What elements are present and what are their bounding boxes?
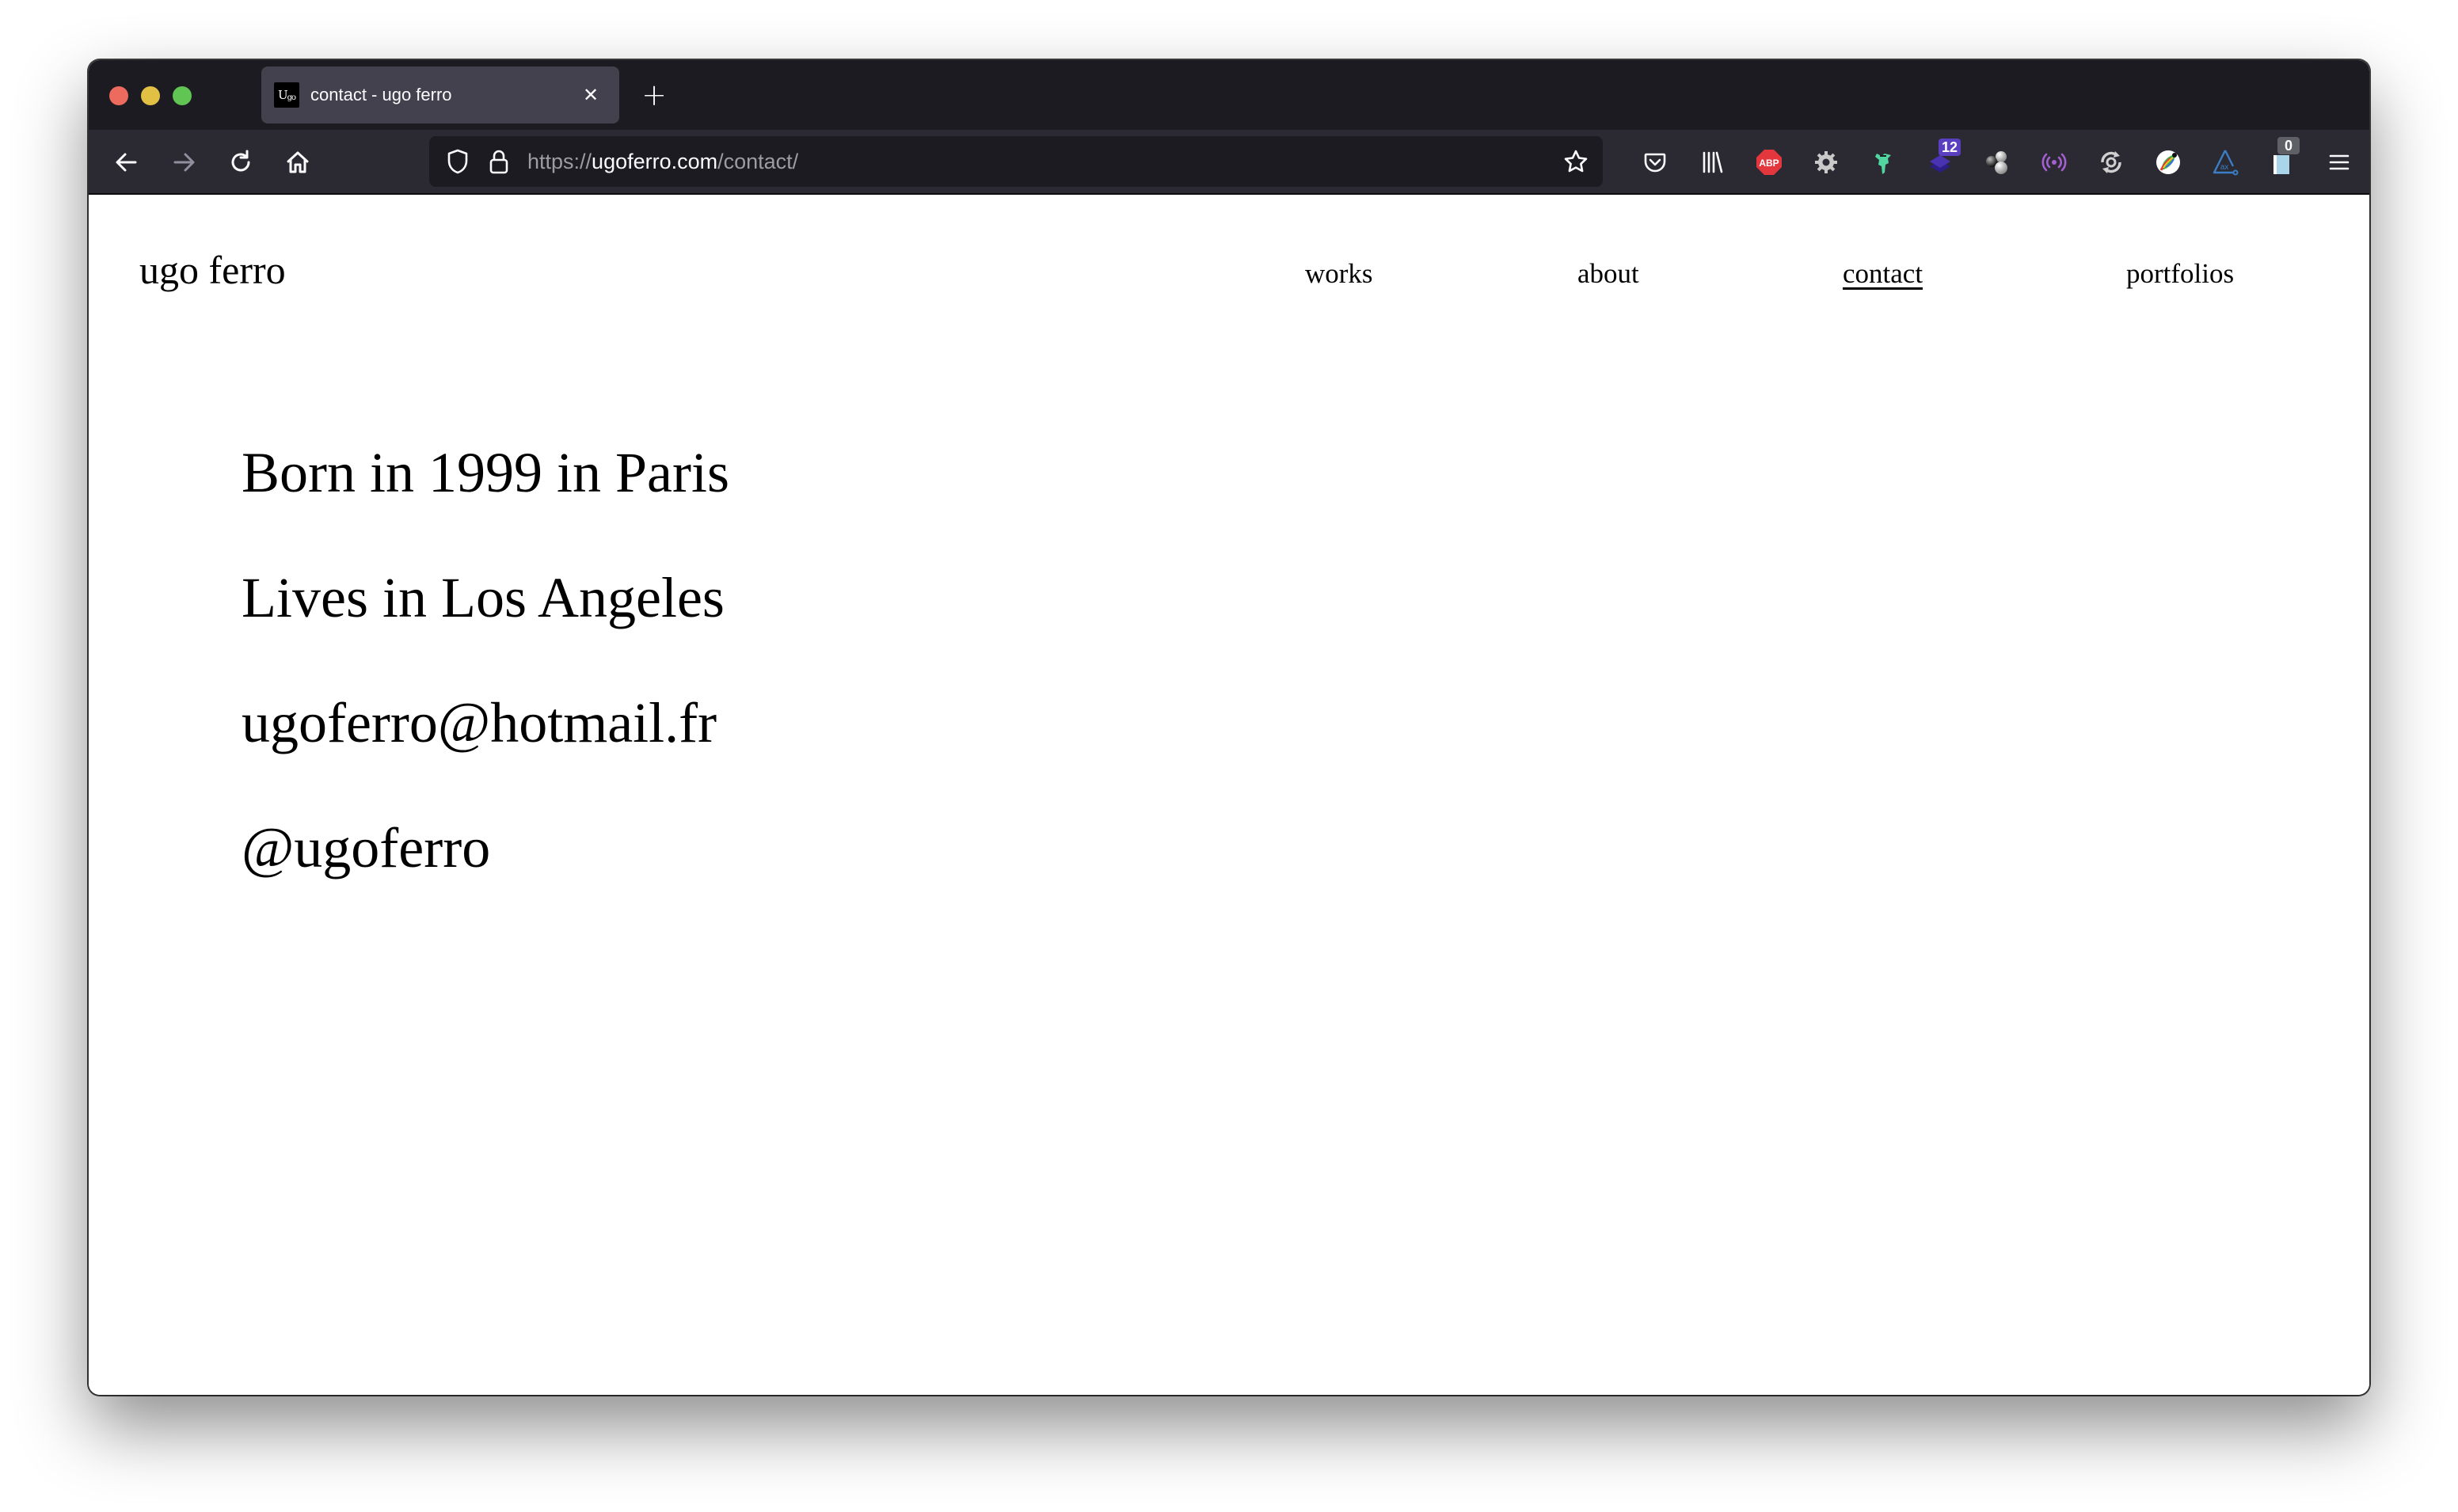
reload-button[interactable]	[222, 143, 260, 181]
url-text[interactable]: https://ugoferro.com/contact/	[527, 136, 798, 187]
browser-window: Ugo contact - ugo ferro ✕ + https://ugof…	[89, 60, 2369, 1395]
bookmark-button[interactable]	[1557, 142, 1595, 180]
home-button[interactable]	[279, 143, 317, 181]
navigation-toolbar: https://ugoferro.com/contact/ ABP 12 ax …	[89, 130, 2369, 195]
hamburger-menu-icon	[2329, 154, 2350, 170]
social-handle-link[interactable]: @ugoferro	[242, 819, 490, 876]
ninja-extension-button[interactable]	[1864, 143, 1902, 181]
new-tab-button[interactable]: +	[635, 76, 673, 114]
window-maximize-button[interactable]	[173, 86, 192, 105]
layers-extension-badge: 12	[1939, 139, 1961, 156]
reload-icon	[231, 150, 250, 172]
arrow-left-icon	[116, 153, 137, 172]
axe-devtools-icon: ax	[2213, 150, 2239, 176]
svg-text:ax: ax	[2220, 163, 2229, 172]
library-button[interactable]	[1693, 143, 1731, 181]
arrow-right-icon	[173, 153, 195, 172]
sync-extension-icon	[2101, 151, 2121, 173]
app-menu-button[interactable]	[2320, 143, 2358, 181]
adblock-plus-icon: ABP	[1756, 150, 1782, 175]
nav-portfolios-link[interactable]: portfolios	[2126, 260, 2234, 287]
adblock-plus-button[interactable]: ABP	[1750, 143, 1788, 181]
site-security-button[interactable]	[480, 142, 518, 180]
url-bar[interactable]: https://ugoferro.com/contact/	[429, 136, 1603, 187]
layers-extension-button[interactable]: 12	[1921, 139, 1961, 181]
tracking-protection-button[interactable]	[439, 142, 477, 180]
nav-about-link[interactable]: about	[1577, 260, 1639, 287]
page-content: ugo ferro works about contact portfolios…	[89, 195, 2369, 1395]
molecule-extension-icon	[1986, 151, 2007, 174]
tab-close-button[interactable]: ✕	[578, 82, 603, 108]
forward-button[interactable]	[165, 143, 203, 181]
nav-contact-link[interactable]: contact	[1843, 260, 1923, 287]
back-button[interactable]	[108, 143, 146, 181]
sync-extension-button[interactable]	[2092, 143, 2130, 181]
molecule-extension-button[interactable]	[1978, 143, 2016, 181]
pocket-icon	[1644, 153, 1666, 173]
ninja-extension-icon	[1875, 154, 1891, 174]
url-path: /contact/	[717, 150, 799, 173]
color-leaf-extension-icon	[2156, 150, 2180, 174]
tab-title: contact - ugo ferro	[310, 85, 452, 104]
clipboard-extension-button[interactable]: 0	[2263, 137, 2301, 181]
site-favicon-icon: Ugo	[274, 82, 299, 108]
settings-extension-button[interactable]	[1807, 143, 1845, 181]
library-icon	[1703, 151, 1723, 173]
shield-icon	[447, 149, 468, 174]
birth-info: Born in 1999 in Paris	[242, 441, 730, 504]
lock-icon	[489, 150, 508, 174]
url-host: ugoferro.com	[592, 150, 718, 173]
tab-bar: Ugo contact - ugo ferro ✕ +	[89, 60, 2369, 130]
window-minimize-button[interactable]	[141, 86, 160, 105]
url-scheme: https://	[527, 150, 592, 173]
settings-gear-icon	[1815, 151, 1837, 173]
broadcast-extension-icon	[2041, 153, 2067, 172]
email-link[interactable]: ugoferro@hotmail.fr	[242, 694, 717, 751]
residence-info: Lives in Los Angeles	[242, 566, 725, 629]
home-icon	[287, 151, 309, 173]
clipboard-extension-badge: 0	[2277, 137, 2300, 154]
site-logo-link[interactable]: ugo ferro	[139, 250, 286, 290]
pocket-button[interactable]	[1636, 143, 1674, 181]
svg-text:ABP: ABP	[1759, 158, 1779, 169]
axe-devtools-button[interactable]: ax	[2206, 143, 2244, 181]
nav-works-link[interactable]: works	[1305, 260, 1373, 287]
tab-contact[interactable]: Ugo contact - ugo ferro ✕	[261, 66, 619, 123]
window-close-button[interactable]	[109, 86, 128, 105]
star-icon	[1564, 150, 1588, 173]
broadcast-extension-button[interactable]	[2035, 143, 2073, 181]
color-leaf-extension-button[interactable]	[2149, 143, 2187, 181]
